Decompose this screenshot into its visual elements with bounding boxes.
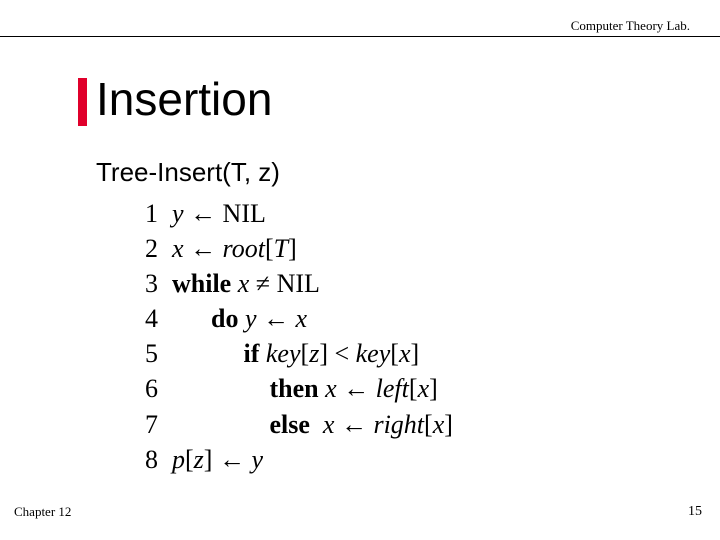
pseudocode-line: 3 while x ≠ NIL (130, 266, 453, 301)
line-number: 4 (130, 301, 158, 336)
line-body: p[z] ← y (172, 445, 263, 474)
line-body: x ← root[T] (172, 234, 297, 263)
pseudocode-line: 2 x ← root[T] (130, 231, 453, 266)
line-number: 1 (130, 196, 158, 231)
line-body: then x ← left[x] (172, 374, 438, 403)
footer-chapter: Chapter 12 (14, 504, 71, 520)
line-body: else x ← right[x] (172, 410, 453, 439)
footer-slide-number: 15 (688, 504, 702, 520)
pseudocode-line: 7 else x ← right[x] (130, 407, 453, 442)
line-body: if key[z] < key[x] (172, 339, 419, 368)
line-number: 6 (130, 371, 158, 406)
pseudocode-line: 5 if key[z] < key[x] (130, 336, 453, 371)
line-body: while x ≠ NIL (172, 269, 320, 298)
pseudocode-line: 8 p[z] ← y (130, 442, 453, 477)
line-number: 7 (130, 407, 158, 442)
pseudocode-line: 4 do y ← x (130, 301, 453, 336)
pseudocode-line: 6 then x ← left[x] (130, 371, 453, 406)
header-underline (0, 36, 720, 37)
line-number: 5 (130, 336, 158, 371)
slide-title: Insertion (96, 72, 272, 126)
line-body: y ← NIL (172, 199, 266, 228)
procedure-name: Tree-Insert(T, z) (96, 157, 280, 188)
line-number: 2 (130, 231, 158, 266)
title-accent (78, 78, 87, 126)
line-body: do y ← x (172, 304, 307, 333)
pseudocode-line: 1 y ← NIL (130, 196, 453, 231)
header-lab: Computer Theory Lab. (571, 18, 690, 34)
line-number: 3 (130, 266, 158, 301)
line-number: 8 (130, 442, 158, 477)
pseudocode-block: 1 y ← NIL 2 x ← root[T] 3 while x ≠ NIL 4 do y… (130, 196, 453, 477)
